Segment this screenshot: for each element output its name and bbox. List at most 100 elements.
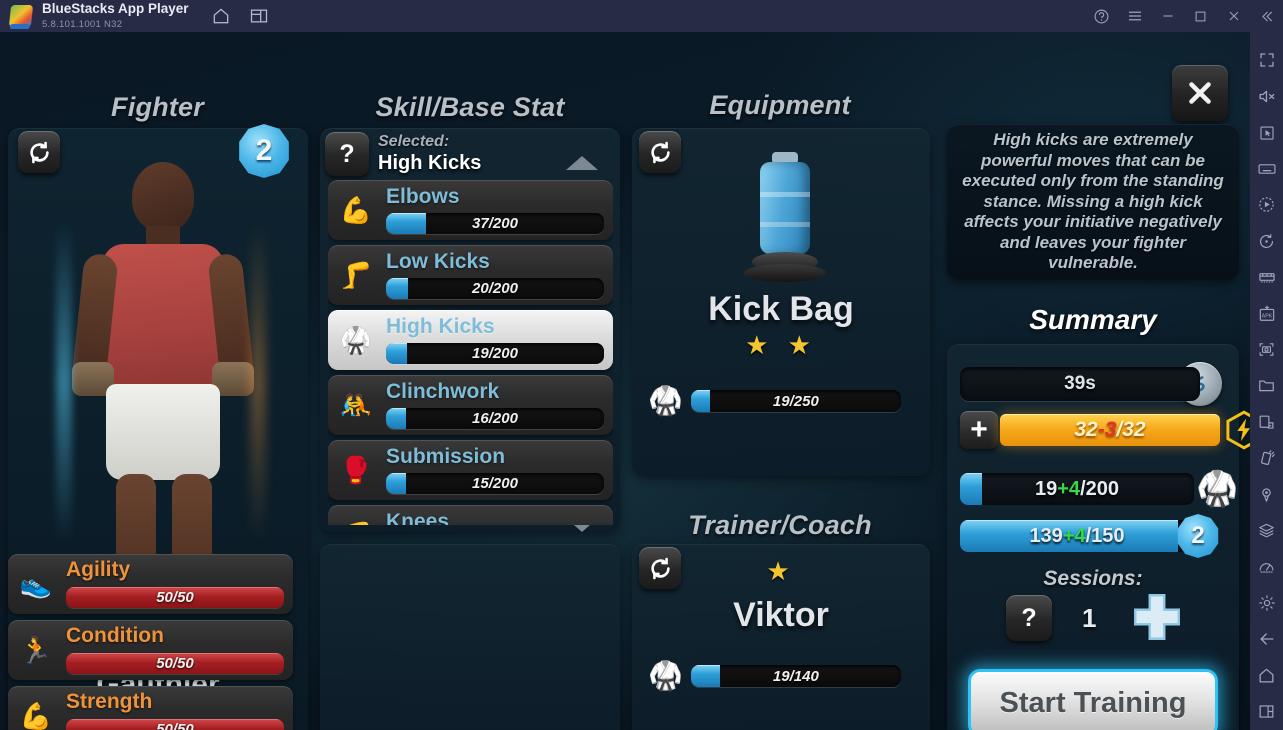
- fullscreen-icon[interactable]: [1250, 42, 1283, 78]
- summary-skill-row: 19 +4/200 🥋: [960, 472, 1238, 506]
- timer-value: 39s: [1064, 373, 1096, 394]
- minimize-button[interactable]: [1151, 0, 1184, 32]
- install-apk-icon[interactable]: APK: [1250, 295, 1283, 331]
- base-stat-bar: 50/50: [66, 653, 284, 674]
- energy-max: /32: [1116, 418, 1146, 441]
- skill-name: High Kicks: [386, 315, 495, 338]
- titlebar: BlueStacks App Player 5.8.101.1001 N32: [0, 0, 1283, 32]
- sessions-help-button[interactable]: ?: [1006, 595, 1052, 641]
- sessions-label: Sessions:: [1043, 567, 1143, 590]
- add-energy-button[interactable]: +: [960, 411, 998, 449]
- trainer-name: Viktor: [733, 596, 829, 634]
- energy-bolt-icon: [1222, 408, 1250, 452]
- menu-button[interactable]: [1118, 0, 1151, 32]
- skill-progress-value: 37/200: [472, 215, 518, 232]
- trainer-column-title: Trainer/Coach: [688, 510, 872, 540]
- skill-row[interactable]: 🤼 Clinchwork 16/200: [328, 375, 613, 435]
- screenshot-icon[interactable]: [1250, 332, 1283, 368]
- help-button[interactable]: [1085, 0, 1118, 32]
- home-icon[interactable]: [211, 6, 231, 26]
- mute-icon[interactable]: [1250, 78, 1283, 114]
- fighter-column-title: Fighter: [111, 92, 204, 122]
- recents-icon[interactable]: [1250, 694, 1283, 730]
- bluestacks-window: BlueStacks App Player 5.8.101.1001 N32 A…: [0, 0, 1283, 730]
- bluestacks-sidebar: APK: [1250, 32, 1283, 730]
- timer-row: 39s: [960, 362, 1222, 406]
- summary-level-number: 2: [1191, 522, 1205, 549]
- skill-row[interactable]: 💪 Elbows 37/200: [328, 180, 613, 240]
- trainer-progress-bar: 19/140: [690, 665, 901, 687]
- base-stat-value: 50/50: [156, 655, 194, 672]
- base-stat-name: Strength: [66, 690, 153, 713]
- macro-recorder-icon[interactable]: [1250, 187, 1283, 223]
- equipment-progress-bar: 19/250: [690, 390, 901, 412]
- close-button[interactable]: [1217, 0, 1250, 32]
- equipment-refresh-button[interactable]: [639, 131, 681, 173]
- base-stat-value: 50/50: [156, 721, 194, 730]
- settings-icon[interactable]: [1250, 585, 1283, 621]
- skill-name: Clinchwork: [386, 380, 500, 403]
- skill-scroll-up-button[interactable]: [566, 156, 598, 170]
- keyboard-controls-icon[interactable]: [1250, 151, 1283, 187]
- fighter-refresh-button[interactable]: [18, 131, 60, 173]
- equipment-fighter-icon: 🥋: [648, 385, 683, 416]
- cursor-icon[interactable]: [1250, 114, 1283, 150]
- back-icon[interactable]: [1250, 621, 1283, 657]
- trainer-stars: ★: [766, 556, 796, 586]
- skill-progress-bar: 19/200: [386, 343, 604, 364]
- skill-icon: 🥋: [339, 325, 373, 355]
- equipment-progress-value: 19/250: [772, 392, 819, 410]
- collapse-sidebar-button[interactable]: [1250, 0, 1283, 32]
- skill-column-title: Skill/Base Stat: [375, 92, 565, 122]
- summary-skill-icon: 🥋: [1196, 470, 1239, 508]
- app-title: BlueStacks App Player: [42, 1, 189, 17]
- skill-icon: 🤼: [339, 390, 373, 420]
- start-training-button[interactable]: Start Training: [968, 669, 1218, 730]
- multi-instance-icon[interactable]: [249, 6, 269, 26]
- skill-help-button[interactable]: ?: [325, 132, 369, 176]
- skill-row[interactable]: 🥋 High Kicks 19/200: [328, 310, 613, 370]
- skill-icon: 🦵: [334, 513, 378, 525]
- shake-icon[interactable]: [1250, 440, 1283, 476]
- media-manager-icon[interactable]: [1250, 368, 1283, 404]
- skill-selected-name: High Kicks: [378, 152, 482, 174]
- rotate-icon[interactable]: [1250, 223, 1283, 259]
- skill-row[interactable]: 🥊 Submission 15/200: [328, 440, 613, 500]
- summary-skill-base: 19: [1035, 477, 1058, 500]
- maximize-button[interactable]: [1184, 0, 1217, 32]
- window-controls: [1085, 0, 1283, 32]
- skill-row[interactable]: 🦵 Low Kicks 20/200: [328, 245, 613, 305]
- layers-icon[interactable]: [1250, 513, 1283, 549]
- performance-icon[interactable]: [1250, 549, 1283, 585]
- equipment-name: Kick Bag: [708, 290, 854, 328]
- summary-skill-value: 19 +4/200: [960, 473, 1194, 505]
- base-stat-icon: 🏃: [19, 635, 53, 665]
- titlebar-icons: [211, 6, 269, 26]
- base-stat-row[interactable]: 💪 Strength 50/50: [8, 686, 293, 730]
- close-screen-button[interactable]: [1172, 65, 1228, 121]
- add-session-button[interactable]: [1128, 588, 1186, 646]
- location-icon[interactable]: [1250, 476, 1283, 512]
- summary-level-badge: 2: [1176, 514, 1220, 558]
- skill-name: Elbows: [386, 185, 460, 208]
- home-icon[interactable]: [1250, 657, 1283, 693]
- game-controls-icon[interactable]: [1250, 259, 1283, 295]
- summary-level-delta: +4: [1062, 524, 1086, 547]
- summary-skill-bar: 19 +4/200: [960, 473, 1194, 505]
- multi-instance-sync-icon[interactable]: [1250, 404, 1283, 440]
- base-stat-row[interactable]: 👟 Agility 50/50: [8, 554, 293, 614]
- energy-delta: -3: [1097, 418, 1117, 441]
- trainer-fighter-icon: 🥋: [648, 660, 683, 691]
- base-stat-value: 50/50: [156, 589, 194, 606]
- summary-level-base: 139: [1029, 524, 1063, 547]
- summary-level-row: 139 +4/150 2: [960, 514, 1220, 558]
- skill-icon: 🦵: [339, 260, 373, 290]
- energy-base: 32: [1074, 418, 1098, 441]
- skill-progress-bar: 15/200: [386, 473, 604, 494]
- base-stat-row[interactable]: 🏃 Condition 50/50: [8, 620, 293, 680]
- skill-row[interactable]: 🦵 Knees: [328, 505, 613, 525]
- trainer-progress-value: 19/140: [772, 667, 819, 685]
- energy-bar: 32 -3/32: [1000, 414, 1220, 446]
- game-viewport: Fighter 2 Brando: [0, 32, 1250, 730]
- skill-list[interactable]: 💪 Elbows 37/200 🦵 Low Kicks 20/200 🥋 High Kicks…: [328, 180, 613, 525]
